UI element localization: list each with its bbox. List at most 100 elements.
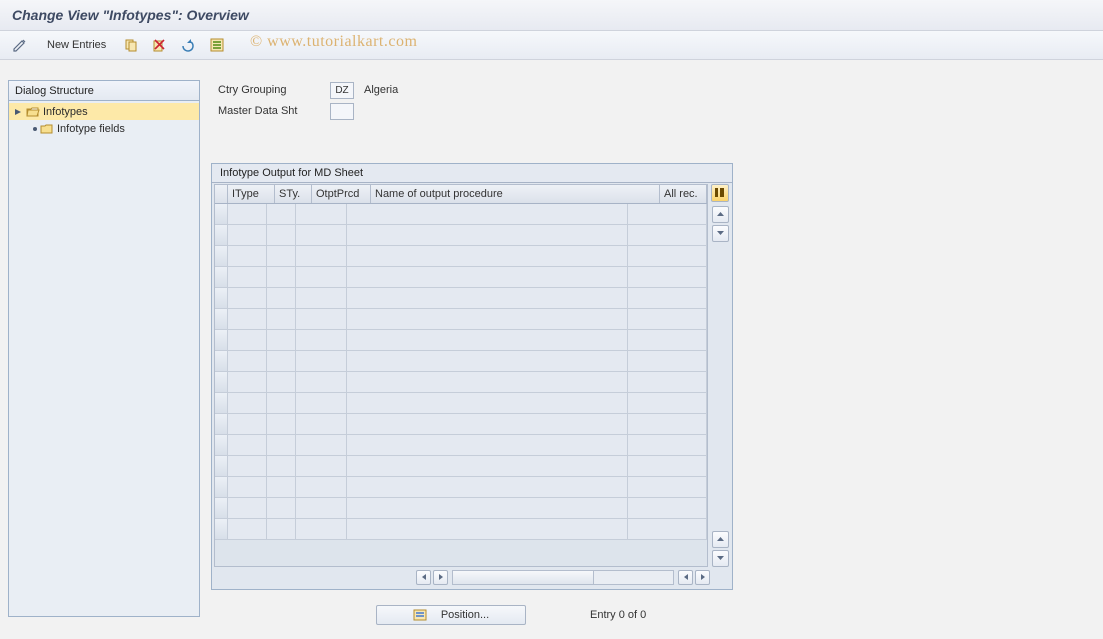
row-selector[interactable] xyxy=(215,519,228,539)
table-row[interactable] xyxy=(215,330,707,351)
cell-name-output-proc[interactable] xyxy=(347,330,628,350)
select-all-button[interactable] xyxy=(205,35,229,55)
cell-otptprcd[interactable] xyxy=(296,204,347,224)
table-row[interactable] xyxy=(215,309,707,330)
cell-itype[interactable] xyxy=(228,498,267,518)
cell-otptprcd[interactable] xyxy=(296,309,347,329)
cell-itype[interactable] xyxy=(228,372,267,392)
horizontal-scroll-track[interactable] xyxy=(452,570,674,585)
undo-change-button[interactable] xyxy=(175,35,201,55)
cell-itype[interactable] xyxy=(228,309,267,329)
cell-all-rec[interactable] xyxy=(628,309,707,329)
row-selector[interactable] xyxy=(215,498,228,518)
table-row[interactable] xyxy=(215,456,707,477)
col-header-sty[interactable]: STy. xyxy=(275,185,312,203)
cell-otptprcd[interactable] xyxy=(296,330,347,350)
row-selector[interactable] xyxy=(215,246,228,266)
cell-otptprcd[interactable] xyxy=(296,498,347,518)
row-selector[interactable] xyxy=(215,288,228,308)
cell-otptprcd[interactable] xyxy=(296,288,347,308)
cell-name-output-proc[interactable] xyxy=(347,309,628,329)
cell-all-rec[interactable] xyxy=(628,393,707,413)
row-selector[interactable] xyxy=(215,330,228,350)
table-row[interactable] xyxy=(215,477,707,498)
cell-all-rec[interactable] xyxy=(628,246,707,266)
tree-node-infotypes[interactable]: Infotypes xyxy=(9,103,199,120)
cell-name-output-proc[interactable] xyxy=(347,288,628,308)
cell-name-output-proc[interactable] xyxy=(347,372,628,392)
position-button[interactable]: Position... xyxy=(376,605,526,625)
cell-otptprcd[interactable] xyxy=(296,372,347,392)
cell-sty[interactable] xyxy=(267,498,296,518)
cell-sty[interactable] xyxy=(267,372,296,392)
row-selector-header[interactable] xyxy=(215,185,228,203)
col-header-itype[interactable]: IType xyxy=(228,185,275,203)
cell-all-rec[interactable] xyxy=(628,372,707,392)
row-selector[interactable] xyxy=(215,309,228,329)
cell-otptprcd[interactable] xyxy=(296,246,347,266)
cell-sty[interactable] xyxy=(267,435,296,455)
cell-name-output-proc[interactable] xyxy=(347,456,628,476)
scroll-up-bottom-button[interactable] xyxy=(712,531,729,548)
new-entries-button[interactable]: New Entries xyxy=(38,35,115,55)
table-settings-button[interactable] xyxy=(711,184,729,202)
cell-sty[interactable] xyxy=(267,267,296,287)
cell-itype[interactable] xyxy=(228,225,267,245)
cell-otptprcd[interactable] xyxy=(296,477,347,497)
cell-name-output-proc[interactable] xyxy=(347,435,628,455)
tree-node-infotype-fields[interactable]: Infotype fields xyxy=(9,120,199,137)
row-selector[interactable] xyxy=(215,225,228,245)
cell-itype[interactable] xyxy=(228,393,267,413)
cell-sty[interactable] xyxy=(267,204,296,224)
cell-all-rec[interactable] xyxy=(628,267,707,287)
table-row[interactable] xyxy=(215,393,707,414)
cell-itype[interactable] xyxy=(228,435,267,455)
cell-all-rec[interactable] xyxy=(628,456,707,476)
table-row[interactable] xyxy=(215,288,707,309)
cell-name-output-proc[interactable] xyxy=(347,246,628,266)
scroll-left-end-button[interactable] xyxy=(678,570,693,585)
cell-sty[interactable] xyxy=(267,330,296,350)
table-row[interactable] xyxy=(215,204,707,225)
cell-otptprcd[interactable] xyxy=(296,225,347,245)
table-row[interactable] xyxy=(215,519,707,540)
cell-itype[interactable] xyxy=(228,351,267,371)
table-row[interactable] xyxy=(215,435,707,456)
col-header-all-rec[interactable]: All rec. xyxy=(660,185,707,203)
row-selector[interactable] xyxy=(215,267,228,287)
cell-sty[interactable] xyxy=(267,225,296,245)
scroll-down-bottom-button[interactable] xyxy=(712,550,729,567)
master-data-sht-field[interactable] xyxy=(330,103,354,120)
cell-name-output-proc[interactable] xyxy=(347,519,628,539)
toggle-display-change-button[interactable] xyxy=(8,35,34,55)
row-selector[interactable] xyxy=(215,351,228,371)
cell-name-output-proc[interactable] xyxy=(347,393,628,413)
cell-otptprcd[interactable] xyxy=(296,267,347,287)
scroll-right-button[interactable] xyxy=(433,570,448,585)
cell-itype[interactable] xyxy=(228,288,267,308)
cell-sty[interactable] xyxy=(267,519,296,539)
table-row[interactable] xyxy=(215,498,707,519)
copy-as-button[interactable] xyxy=(119,35,143,55)
cell-itype[interactable] xyxy=(228,246,267,266)
cell-name-output-proc[interactable] xyxy=(347,204,628,224)
cell-otptprcd[interactable] xyxy=(296,351,347,371)
cell-sty[interactable] xyxy=(267,351,296,371)
cell-sty[interactable] xyxy=(267,477,296,497)
scroll-left-button[interactable] xyxy=(416,570,431,585)
table-row[interactable] xyxy=(215,372,707,393)
cell-all-rec[interactable] xyxy=(628,435,707,455)
cell-otptprcd[interactable] xyxy=(296,414,347,434)
cell-otptprcd[interactable] xyxy=(296,435,347,455)
row-selector[interactable] xyxy=(215,372,228,392)
scroll-down-button[interactable] xyxy=(712,225,729,242)
row-selector[interactable] xyxy=(215,204,228,224)
cell-itype[interactable] xyxy=(228,456,267,476)
row-selector[interactable] xyxy=(215,435,228,455)
col-header-otptprcd[interactable]: OtptPrcd xyxy=(312,185,371,203)
cell-all-rec[interactable] xyxy=(628,498,707,518)
cell-name-output-proc[interactable] xyxy=(347,225,628,245)
cell-sty[interactable] xyxy=(267,246,296,266)
cell-name-output-proc[interactable] xyxy=(347,351,628,371)
horizontal-scroll-thumb[interactable] xyxy=(453,571,594,584)
